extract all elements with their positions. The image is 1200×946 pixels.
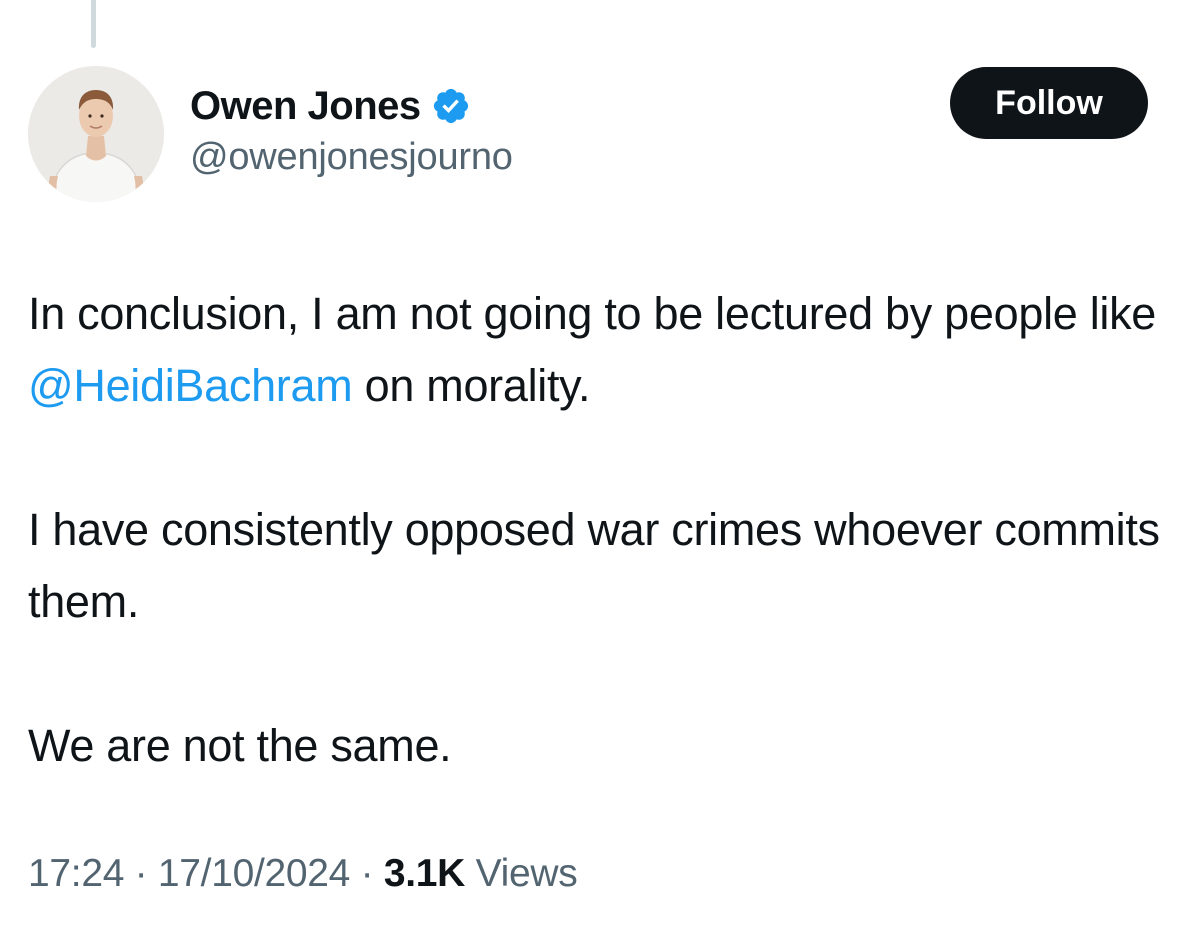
views-label: Views [465,852,578,895]
tweet-meta: 17:24 · 17/10/2024 · 3.1K Views [28,852,578,896]
avatar[interactable] [28,66,164,202]
thread-connector-line [91,0,96,48]
follow-button[interactable]: Follow [950,67,1148,139]
author-name-row: Owen Jones [190,78,471,134]
author-handle[interactable]: @owenjonesjourno [190,136,513,179]
tweet-date[interactable]: 17/10/2024 [158,852,351,895]
tweet-paragraph-1: In conclusion, I am not going to be lect… [28,278,1178,422]
author-display-name[interactable]: Owen Jones [190,84,421,129]
tweet-text: In conclusion, I am not going to be lect… [28,278,1178,854]
tweet-paragraph-1-start: In conclusion, I am not going to be lect… [28,288,1157,339]
meta-separator: · [124,852,158,895]
views-count: 3.1K [383,852,466,895]
verified-badge-icon[interactable] [431,86,471,126]
meta-separator: · [350,852,384,895]
tweet-paragraph-3: We are not the same. [28,720,452,771]
tweet-paragraph-2: I have consistently opposed war crimes w… [28,504,1160,627]
tweet-time[interactable]: 17:24 [28,852,124,895]
tweet-paragraph-1-end: on morality. [352,360,591,411]
mention-link[interactable]: @HeidiBachram [28,360,353,411]
avatar-image [28,66,164,202]
